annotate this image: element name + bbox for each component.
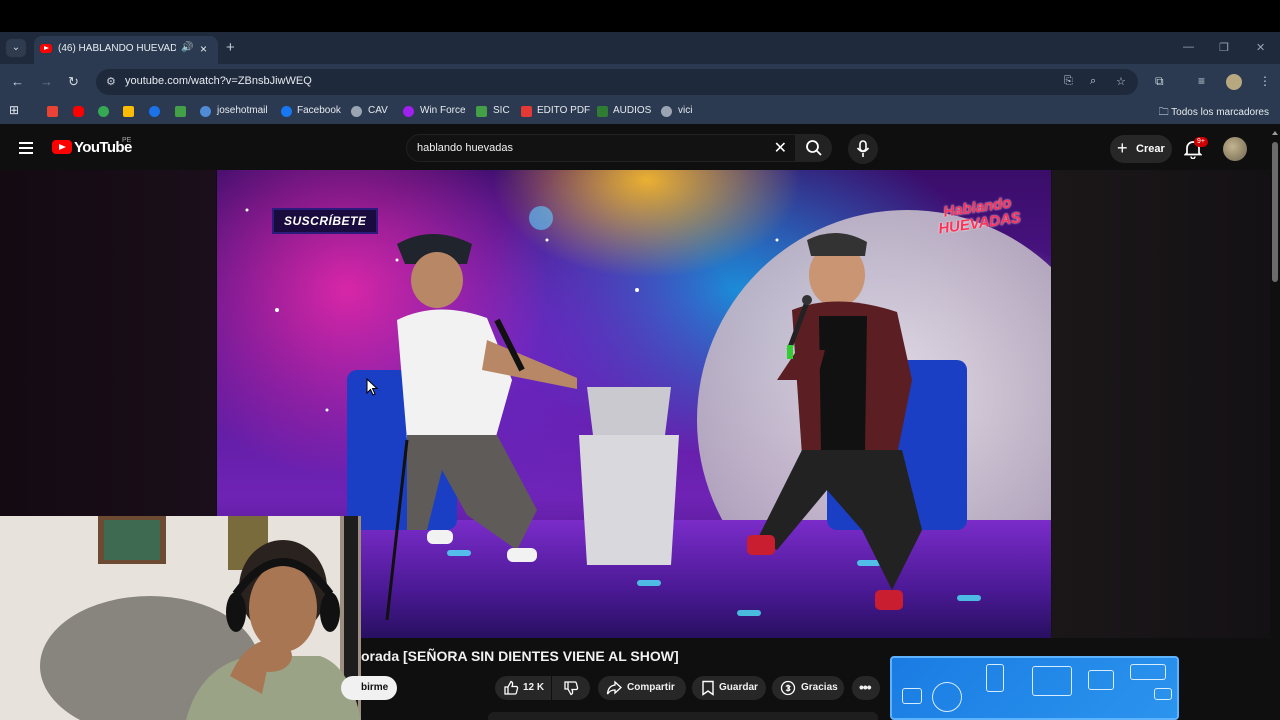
hamburger-menu-icon[interactable] — [19, 142, 33, 154]
scrollbar-thumb[interactable] — [1272, 142, 1278, 282]
bookmark-edito-pdf[interactable]: EDITO PDF — [537, 105, 590, 116]
subscribe-label: birme — [361, 682, 389, 693]
bookmark-audios[interactable]: AUDIOS — [613, 105, 651, 116]
pdf-icon — [521, 106, 532, 117]
dislike-button[interactable] — [552, 676, 590, 700]
center-table — [579, 387, 679, 565]
more-icon: ••• — [859, 679, 872, 695]
youtube-bookmark-icon[interactable] — [73, 106, 84, 117]
search-icon — [806, 140, 822, 156]
browser-tab-active[interactable]: (46) HABLANDO HUEVADAS 🔊 × — [34, 36, 218, 64]
url-text[interactable]: youtube.com/watch?v=ZBnsbJiwWEQ — [125, 75, 312, 87]
notification-badge: 9+ — [1194, 137, 1208, 147]
browser-tab-strip: ⌄ (46) HABLANDO HUEVADAS 🔊 × + — ❐ ✕ — [0, 32, 1280, 64]
page-scrollbar[interactable] — [1270, 128, 1280, 720]
more-actions-button[interactable]: ••• — [852, 676, 880, 700]
webcam-overlay — [0, 516, 361, 720]
share-button[interactable]: Compartir — [598, 676, 686, 700]
bookmarks-bar: ⊞ josehotmail Facebook CAV Win Force SIC… — [0, 100, 1280, 124]
search-query[interactable]: hablando huevadas — [417, 142, 513, 154]
comment-box-edge — [488, 712, 878, 720]
save-button[interactable]: Guardar — [692, 676, 766, 700]
minimize-icon[interactable]: — — [1183, 41, 1194, 53]
dislike-icon — [564, 681, 579, 696]
bookmark-facebook[interactable]: Facebook — [297, 105, 341, 116]
thanks-button[interactable]: Gracias — [772, 676, 844, 700]
like-icon — [504, 680, 519, 695]
save-label: Guardar — [719, 682, 758, 693]
webcam-scene — [0, 516, 361, 720]
check-bookmark-icon[interactable] — [175, 106, 186, 117]
mic-icon — [856, 140, 870, 157]
host-left — [347, 234, 577, 620]
star-icon[interactable]: ☆ — [1116, 75, 1126, 88]
sidebar-ad-banner[interactable] — [890, 656, 1179, 720]
restore-icon[interactable]: ❐ — [1219, 41, 1229, 54]
search-input[interactable]: hablando huevadas ✕ — [406, 134, 796, 162]
youtube-header: YouTube PE hablando huevadas ✕ + Crear 9… — [0, 128, 1280, 170]
reload-icon[interactable]: ↻ — [68, 74, 79, 90]
like-button[interactable]: 12 K — [495, 676, 551, 700]
thanks-icon — [780, 680, 796, 696]
video-title: orada [SEÑORA SIN DIENTES VIENE AL SHOW] — [361, 648, 679, 664]
youtube-logo-icon[interactable] — [52, 140, 72, 154]
globe-icon — [200, 106, 211, 117]
back-icon[interactable]: ← — [11, 74, 24, 89]
facebook-icon — [281, 106, 292, 117]
like-count: 12 K — [523, 682, 545, 693]
close-tab-icon[interactable]: × — [200, 42, 207, 56]
subscribe-button[interactable]: birme — [341, 676, 397, 700]
extensions-icon[interactable]: ⧉ — [1155, 74, 1164, 89]
globe-icon — [351, 106, 362, 117]
thanks-label: Gracias — [801, 682, 838, 693]
scroll-up-icon[interactable] — [1272, 131, 1278, 135]
tab-title: (46) HABLANDO HUEVADAS — [58, 43, 176, 54]
globe-icon — [661, 106, 672, 117]
site-info-icon[interactable]: ⚙ — [106, 75, 116, 88]
all-bookmarks-label: Todos los marcadores — [1171, 107, 1269, 118]
country-code: PE — [122, 137, 132, 144]
youtube-favicon-icon — [40, 44, 52, 53]
bookmark-icon — [702, 680, 714, 696]
share-icon — [606, 680, 622, 695]
sic-icon — [476, 106, 487, 117]
bookmark-cav[interactable]: CAV — [368, 105, 388, 116]
audios-icon — [597, 106, 608, 117]
screen-top-bar — [0, 0, 1280, 32]
create-button[interactable]: + Crear — [1110, 135, 1172, 163]
create-label: Crear — [1136, 143, 1165, 155]
address-bar[interactable]: ⚙ youtube.com/watch?v=ZBnsbJiwWEQ ⎘ ⌕ ☆ — [96, 69, 1138, 95]
forward-icon[interactable]: → — [40, 74, 53, 89]
winforce-icon — [403, 106, 414, 117]
media-icon[interactable]: ≡ — [1198, 74, 1205, 88]
account-avatar[interactable] — [1223, 137, 1247, 161]
share-label: Compartir — [627, 682, 675, 693]
maps-icon[interactable] — [98, 106, 109, 117]
new-tab-button[interactable]: + — [226, 40, 235, 55]
bookmark-sic[interactable]: SIC — [493, 105, 510, 116]
bookmark-josehotmail[interactable]: josehotmail — [217, 105, 268, 116]
tab-search-button[interactable]: ⌄ — [6, 39, 26, 57]
bookmark-vici[interactable]: vici — [678, 105, 692, 116]
browser-toolbar: ← → ↻ ⚙ youtube.com/watch?v=ZBnsbJiwWEQ … — [0, 64, 1280, 100]
apps-grid-icon[interactable]: ⊞ — [9, 103, 19, 117]
menu-dots-icon[interactable]: ⋮ — [1259, 74, 1271, 88]
plus-icon: + — [1117, 138, 1128, 158]
zoom-icon[interactable]: ⌕ — [1090, 75, 1096, 88]
host-right — [747, 232, 967, 610]
close-window-icon[interactable]: ✕ — [1256, 41, 1265, 54]
all-bookmarks[interactable]: 🗀 Todos los marcadores — [1159, 105, 1269, 122]
photos-icon[interactable] — [123, 106, 134, 117]
voice-search-button[interactable] — [848, 134, 878, 164]
profile-avatar[interactable] — [1226, 74, 1242, 90]
search-button[interactable] — [796, 134, 832, 162]
clear-search-icon[interactable]: ✕ — [774, 138, 787, 158]
speaker-icon[interactable]: 🔊 — [181, 42, 193, 53]
bookmark-winforce[interactable]: Win Force — [420, 105, 466, 116]
gmail-icon[interactable] — [47, 106, 58, 117]
bookmark-icon-5[interactable] — [149, 106, 160, 117]
install-icon[interactable]: ⎘ — [1064, 75, 1073, 88]
